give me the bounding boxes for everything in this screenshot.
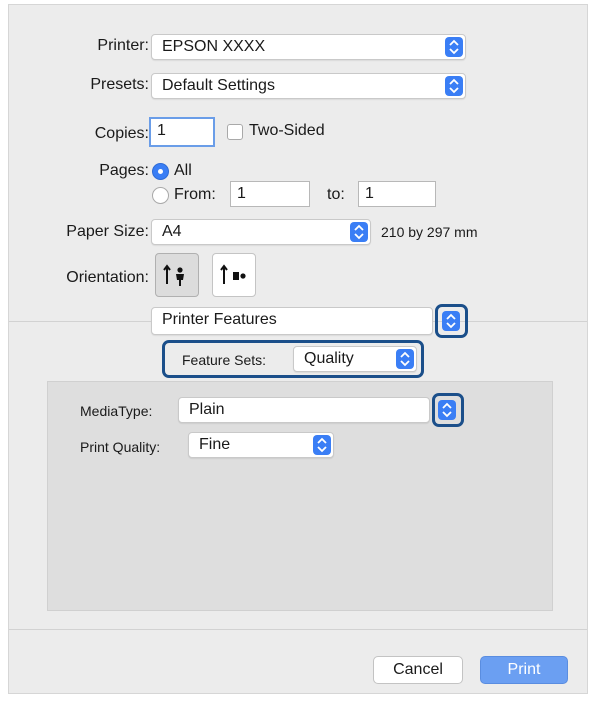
section-popup[interactable]: Printer Features [151,307,433,335]
copies-label: Copies: [94,125,149,142]
paper-size-popup[interactable]: A4 [151,219,371,245]
printer-popup[interactable]: EPSON XXXX [151,34,466,60]
media-type-value: Plain [189,401,225,418]
landscape-orientation-icon [220,264,246,284]
paper-size-value: A4 [162,223,182,240]
pages-from-label: From: [174,186,216,203]
section-popup-value: Printer Features [162,311,277,328]
print-quality-value: Fine [199,436,231,453]
portrait-orientation-icon [163,264,184,286]
up-down-chevron-icon [445,76,463,96]
up-down-chevron-icon [350,222,368,242]
feature-sets-popup[interactable]: Quality [293,346,417,372]
presets-popup[interactable]: Default Settings [151,73,466,99]
landscape-orientation-button[interactable] [212,253,256,297]
up-down-chevron-icon [445,37,463,57]
pages-all-radio[interactable] [152,163,169,180]
media-type-label: MediaType: [80,403,153,419]
presets-label: Presets: [90,76,149,93]
up-down-chevron-icon [442,311,460,331]
up-down-chevron-icon [313,435,331,455]
print-quality-popup[interactable]: Fine [188,432,334,458]
media-type-popup[interactable]: Plain [178,397,430,423]
up-down-chevron-icon [438,400,456,420]
printer-features-panel: MediaType: Plain Print Quality: Fine [47,381,553,611]
pages-to-label: to: [327,186,345,203]
feature-sets-highlight: Feature Sets: Quality [162,340,424,378]
pages-from-field[interactable]: 1 [230,181,310,207]
two-sided-checkbox[interactable] [227,124,243,140]
pages-all-label: All [174,162,192,179]
portrait-orientation-button[interactable] [155,253,199,297]
print-quality-label: Print Quality: [80,439,161,455]
print-dialog: Printer: EPSON XXXX Presets: Default Set… [8,4,588,694]
printer-value: EPSON XXXX [162,38,266,55]
pages-from-radio[interactable] [152,187,169,204]
paper-dimensions: 210 by 297 mm [381,224,478,240]
pages-label: Pages: [99,162,149,179]
feature-sets-value: Quality [304,350,354,367]
copies-field[interactable]: 1 [149,117,215,147]
pages-to-field[interactable]: 1 [358,181,436,207]
section-stepper-highlight[interactable] [435,304,468,338]
printer-label: Printer: [97,37,149,54]
cancel-button[interactable]: Cancel [373,656,463,684]
media-type-stepper-highlight[interactable] [432,393,464,427]
footer-divider [9,629,587,630]
up-down-chevron-icon [396,349,414,369]
feature-sets-label: Feature Sets: [182,352,267,368]
two-sided-label: Two-Sided [249,122,325,139]
paper-size-label: Paper Size: [66,223,149,240]
presets-value: Default Settings [162,77,275,94]
print-button[interactable]: Print [480,656,568,684]
orientation-label: Orientation: [66,269,149,286]
